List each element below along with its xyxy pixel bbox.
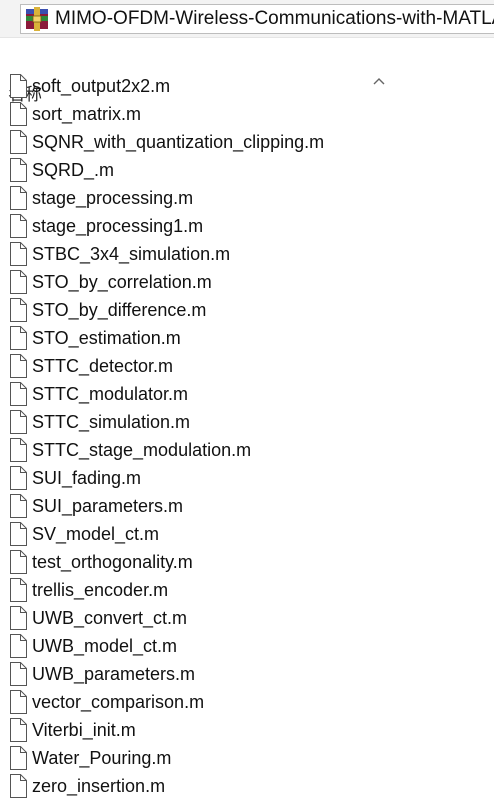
file-name: SQNR_with_quantization_clipping.m (32, 132, 325, 152)
file-row[interactable]: SV_model_ct.m (0, 520, 494, 548)
file-row[interactable]: STTC_simulation.m (0, 408, 494, 436)
file-icon (10, 578, 27, 602)
file-name: STBC_3x4_simulation.m (32, 244, 231, 264)
title-bar: MIMO-OFDM-Wireless-Communications-with-M… (0, 0, 494, 38)
file-name: STO_by_difference.m (32, 300, 207, 320)
file-icon (10, 74, 27, 98)
file-name: trellis_encoder.m (32, 580, 169, 600)
file-row[interactable]: STTC_modulator.m (0, 380, 494, 408)
file-name: SUI_fading.m (32, 468, 142, 488)
file-name: stage_processing.m (32, 188, 194, 208)
file-list: soft_output2x2.m sort_matrix.m SQNR_with_q… (0, 72, 494, 800)
file-row[interactable]: STO_by_difference.m (0, 296, 494, 324)
file-row[interactable]: sort_matrix.m (0, 100, 494, 128)
file-icon (10, 102, 27, 126)
file-row[interactable]: Water_Pouring.m (0, 744, 494, 772)
file-row[interactable]: vector_comparison.m (0, 688, 494, 716)
file-name: test_orthogonality.m (32, 552, 193, 572)
file-row[interactable]: stage_processing.m (0, 184, 494, 212)
file-row[interactable]: STTC_detector.m (0, 352, 494, 380)
file-row[interactable]: STO_by_correlation.m (0, 268, 494, 296)
file-name: STTC_modulator.m (32, 384, 189, 404)
file-row[interactable]: SUI_fading.m (0, 464, 494, 492)
file-name: soft_output2x2.m (32, 76, 171, 96)
file-icon (10, 354, 27, 378)
file-name: stage_processing1.m (32, 216, 204, 236)
file-icon (10, 298, 27, 322)
file-row[interactable]: Viterbi_init.m (0, 716, 494, 744)
file-icon (10, 186, 27, 210)
file-row[interactable]: STO_estimation.m (0, 324, 494, 352)
file-icon (10, 270, 27, 294)
file-icon (10, 326, 27, 350)
file-row[interactable]: SUI_parameters.m (0, 492, 494, 520)
file-name: zero_insertion.m (32, 776, 166, 796)
file-row[interactable]: zero_insertion.m (0, 772, 494, 800)
file-name: STO_by_correlation.m (32, 272, 212, 292)
file-name: STO_estimation.m (32, 328, 181, 348)
column-header[interactable]: 名称 (0, 38, 494, 105)
file-icon (10, 466, 27, 490)
file-icon (10, 774, 27, 798)
file-row[interactable]: SQRD_.m (0, 156, 494, 184)
file-name: SV_model_ct.m (32, 524, 160, 544)
file-icon (10, 410, 27, 434)
file-icon (10, 494, 27, 518)
file-icon (10, 158, 27, 182)
file-icon (10, 522, 27, 546)
file-row[interactable]: STBC_3x4_simulation.m (0, 240, 494, 268)
file-name: UWB_parameters.m (32, 664, 196, 684)
file-row[interactable]: test_orthogonality.m (0, 548, 494, 576)
file-row[interactable]: trellis_encoder.m (0, 576, 494, 604)
file-row[interactable]: UWB_model_ct.m (0, 632, 494, 660)
file-name: sort_matrix.m (32, 104, 142, 124)
file-row[interactable]: stage_processing1.m (0, 212, 494, 240)
file-icon (10, 662, 27, 686)
file-row[interactable]: SQNR_with_quantization_clipping.m (0, 128, 494, 156)
file-icon (10, 718, 27, 742)
file-icon (10, 634, 27, 658)
file-icon (10, 214, 27, 238)
file-icon (10, 130, 27, 154)
file-name: STTC_stage_modulation.m (32, 440, 252, 460)
file-icon (10, 382, 27, 406)
file-row[interactable]: soft_output2x2.m (0, 72, 494, 100)
file-icon (10, 550, 27, 574)
file-row[interactable]: UWB_convert_ct.m (0, 604, 494, 632)
file-name: STTC_simulation.m (32, 412, 191, 432)
file-name: Viterbi_init.m (32, 720, 136, 740)
window-title: MIMO-OFDM-Wireless-Communications-with-M… (55, 8, 494, 29)
file-name: UWB_model_ct.m (32, 636, 178, 656)
file-name: SUI_parameters.m (32, 496, 184, 516)
file-icon (10, 242, 27, 266)
file-icon (10, 606, 27, 630)
file-row[interactable]: STTC_stage_modulation.m (0, 436, 494, 464)
file-icon (10, 690, 27, 714)
file-name: Water_Pouring.m (32, 748, 172, 768)
file-icon (10, 746, 27, 770)
file-name: SQRD_.m (32, 160, 115, 180)
file-name: UWB_convert_ct.m (32, 608, 188, 628)
file-row[interactable]: UWB_parameters.m (0, 660, 494, 688)
file-icon (10, 438, 27, 462)
file-name: STTC_detector.m (32, 356, 174, 376)
winrar-archive-icon (26, 7, 48, 31)
file-name: vector_comparison.m (32, 692, 205, 712)
